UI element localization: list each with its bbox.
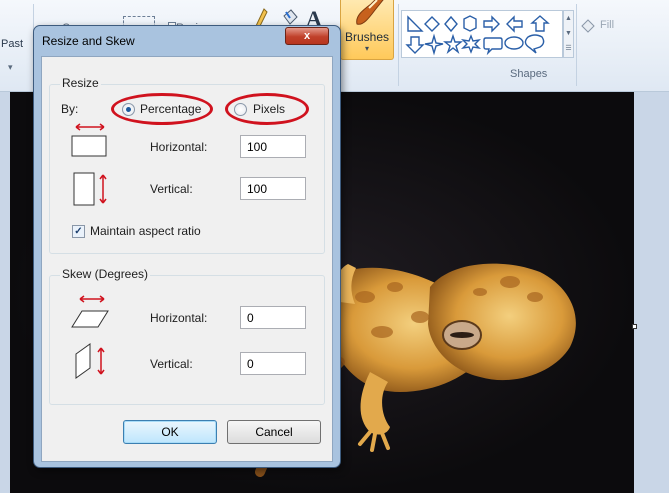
percentage-label[interactable]: Percentage xyxy=(140,102,201,116)
pixels-label[interactable]: Pixels xyxy=(253,102,285,116)
brushes-button[interactable]: Brushes ▾ xyxy=(340,0,394,60)
pixels-radio[interactable] xyxy=(234,103,247,116)
ok-button[interactable]: OK xyxy=(123,420,217,444)
shapes-gallery-icons xyxy=(405,15,550,56)
resize-vertical-input[interactable]: 100 xyxy=(240,177,306,200)
skew-group-title: Skew (Degrees) xyxy=(60,267,151,281)
skew-horizontal-label: Horizontal: xyxy=(150,311,208,325)
resize-horizontal-label: Horizontal: xyxy=(150,140,208,154)
skew-vertical-input[interactable]: 0 xyxy=(240,352,306,375)
resize-group-title: Resize xyxy=(60,76,101,90)
shapes-group-label: Shapes xyxy=(510,68,548,80)
skew-vertical-icon xyxy=(75,343,105,379)
resize-vertical-label: Vertical: xyxy=(150,182,193,196)
skew-group: Skew (Degrees) Horizontal: 0 Vertical: 0 xyxy=(49,267,325,405)
dialog-title: Resize and Skew xyxy=(42,34,135,48)
skew-horizontal-input[interactable]: 0 xyxy=(240,306,306,329)
fill-icon xyxy=(581,19,595,33)
shapes-gallery-scroll[interactable]: ▲ ▼ ☰ xyxy=(563,10,574,58)
brushes-label: Brushes xyxy=(344,30,390,44)
ribbon-separator xyxy=(398,4,399,86)
skew-vertical-label: Vertical: xyxy=(150,357,193,371)
percentage-radio[interactable] xyxy=(122,103,135,116)
maintain-aspect-label[interactable]: Maintain aspect ratio xyxy=(90,224,201,238)
by-label: By: xyxy=(61,102,79,116)
dialog-body: Resize By: Percentage Pixels Horizontal:… xyxy=(41,56,333,462)
canvas-resize-handle[interactable] xyxy=(632,324,637,329)
resize-group: Resize By: Percentage Pixels Horizontal:… xyxy=(49,76,325,254)
ribbon-separator xyxy=(576,4,577,86)
close-button[interactable]: x xyxy=(285,27,329,45)
shapes-gallery[interactable] xyxy=(401,10,563,58)
brushes-icon xyxy=(356,0,384,25)
paste-button-label[interactable]: Past xyxy=(1,38,23,50)
maintain-aspect-checkbox[interactable]: ✓ xyxy=(72,225,85,238)
resize-horizontal-input[interactable]: 100 xyxy=(240,135,306,158)
skew-horizontal-icon xyxy=(71,295,109,328)
resize-vertical-icon xyxy=(73,172,107,206)
resize-and-skew-dialog: Resize and Skew x Resize By: Percentage … xyxy=(33,25,341,468)
fill-label: Fill xyxy=(600,19,615,31)
cancel-button[interactable]: Cancel xyxy=(227,420,321,444)
brushes-dropdown-arrow[interactable]: ▾ xyxy=(341,44,393,53)
paste-dropdown-arrow[interactable]: ▾ xyxy=(8,62,13,73)
resize-horizontal-icon xyxy=(71,123,107,157)
